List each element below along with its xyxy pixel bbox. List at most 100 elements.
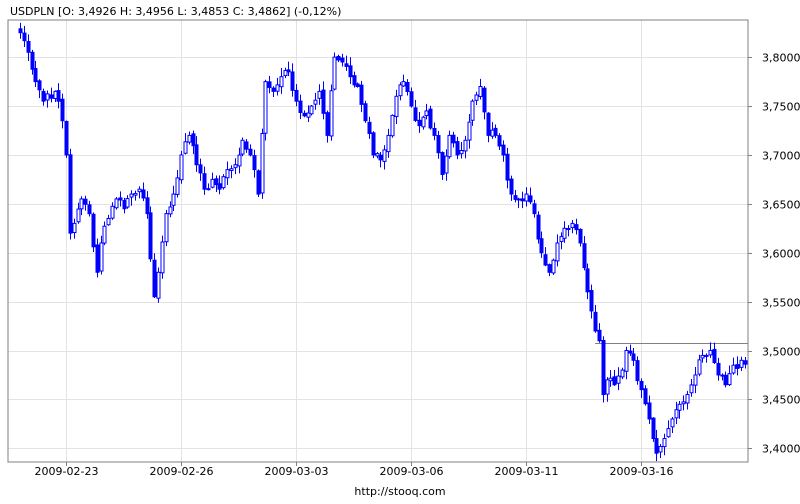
candle-body [677, 403, 682, 411]
candle-body [313, 99, 318, 105]
candle-body [33, 68, 38, 83]
candle-body [486, 112, 491, 136]
candle-body [378, 154, 383, 161]
x-tick-label: 2009-03-06 [380, 465, 444, 478]
candle-body [497, 135, 502, 147]
y-tick-label: 3,5000 [762, 346, 800, 359]
candle-body [99, 242, 104, 272]
candle-body [18, 28, 23, 34]
x-tick-label: 2009-03-03 [265, 465, 329, 478]
candle-body [743, 360, 748, 365]
x-tick-label: 2009-03-16 [610, 465, 674, 478]
candle-body [210, 178, 215, 188]
candle-body [620, 369, 625, 378]
candle-body [647, 402, 652, 420]
candle-body [363, 103, 368, 122]
y-tick-label: 3,5500 [762, 297, 800, 310]
candle-body [294, 89, 299, 102]
candle-body [593, 311, 598, 332]
candle-body [436, 135, 441, 154]
candle-body [76, 208, 81, 223]
y-tick-label: 3,8000 [762, 52, 800, 65]
candle-body [309, 105, 314, 115]
candle-body [229, 168, 234, 172]
candle-body [129, 193, 134, 198]
y-tick-label: 3,4000 [762, 443, 800, 456]
candle-body [651, 417, 656, 440]
candle-body [87, 204, 92, 215]
candle-body [493, 127, 498, 136]
candle-body [689, 384, 694, 394]
candle-body [597, 329, 602, 342]
candle-body [164, 213, 169, 243]
candle-body [562, 227, 567, 239]
candle-body [45, 93, 50, 101]
candle-body [110, 205, 115, 219]
candle-body [704, 354, 709, 357]
candle-body [394, 95, 399, 118]
candle-body [125, 198, 130, 208]
candle-body [22, 32, 27, 42]
candle-body [674, 409, 679, 419]
candle-body [68, 154, 73, 234]
candle-body [152, 259, 157, 298]
candle-body [509, 178, 514, 195]
candle-body [700, 354, 705, 359]
candle-body [532, 203, 537, 215]
candle-body [536, 214, 541, 240]
candle-body [447, 134, 452, 158]
candle-body [516, 198, 521, 201]
candle-body [60, 98, 65, 122]
candlestick-chart: 3,8000 3,7500 3,7000 3,6500 3,6000 3,5500 3,50… [0, 0, 800, 500]
y-tick-label: 3,6500 [762, 199, 800, 212]
candle-body [248, 148, 253, 156]
y-tick-label: 3,7000 [762, 150, 800, 163]
candle-body [543, 254, 548, 266]
candle-body [175, 177, 180, 195]
candle-body [639, 380, 644, 391]
candle-body [424, 110, 429, 117]
y-tick-label: 3,4500 [762, 394, 800, 407]
candle-body [148, 212, 153, 260]
candle-body [578, 228, 583, 244]
candle-body [605, 379, 610, 395]
candle-body [666, 428, 671, 438]
candle-body [467, 121, 472, 141]
candle-body [685, 394, 690, 404]
candle-body [574, 224, 579, 231]
candle-body [141, 189, 146, 199]
candle-body [643, 388, 648, 405]
candle-body [91, 213, 96, 248]
candle-body [194, 144, 199, 166]
candle-body [524, 193, 529, 202]
candle-body [279, 76, 284, 88]
candle-body [735, 364, 740, 369]
candle-body [106, 218, 111, 226]
candle-body [302, 112, 307, 117]
candle-body [451, 134, 456, 144]
source-link[interactable]: http://stooq.com [354, 485, 445, 498]
candle-body [382, 149, 387, 162]
candle-body [286, 69, 291, 73]
candle-body [179, 154, 184, 181]
candle-body [41, 90, 46, 102]
candle-body [145, 197, 150, 215]
candle-body [681, 401, 686, 405]
candle-body [444, 155, 449, 174]
y-tick-label: 3,7500 [762, 101, 800, 114]
candle-body [654, 438, 659, 454]
candle-body [233, 164, 238, 169]
candle-body [79, 198, 84, 210]
candle-body [712, 348, 717, 364]
candle-body [474, 94, 479, 101]
candle-body [263, 81, 268, 134]
candle-body [528, 195, 533, 203]
candle-body [332, 56, 337, 90]
candle-body [708, 350, 713, 356]
candle-body [256, 170, 261, 195]
candle-body [56, 90, 61, 102]
candle-body [505, 153, 510, 181]
candle-body [95, 244, 100, 273]
candle-body [459, 149, 464, 155]
candle-body [30, 51, 35, 70]
